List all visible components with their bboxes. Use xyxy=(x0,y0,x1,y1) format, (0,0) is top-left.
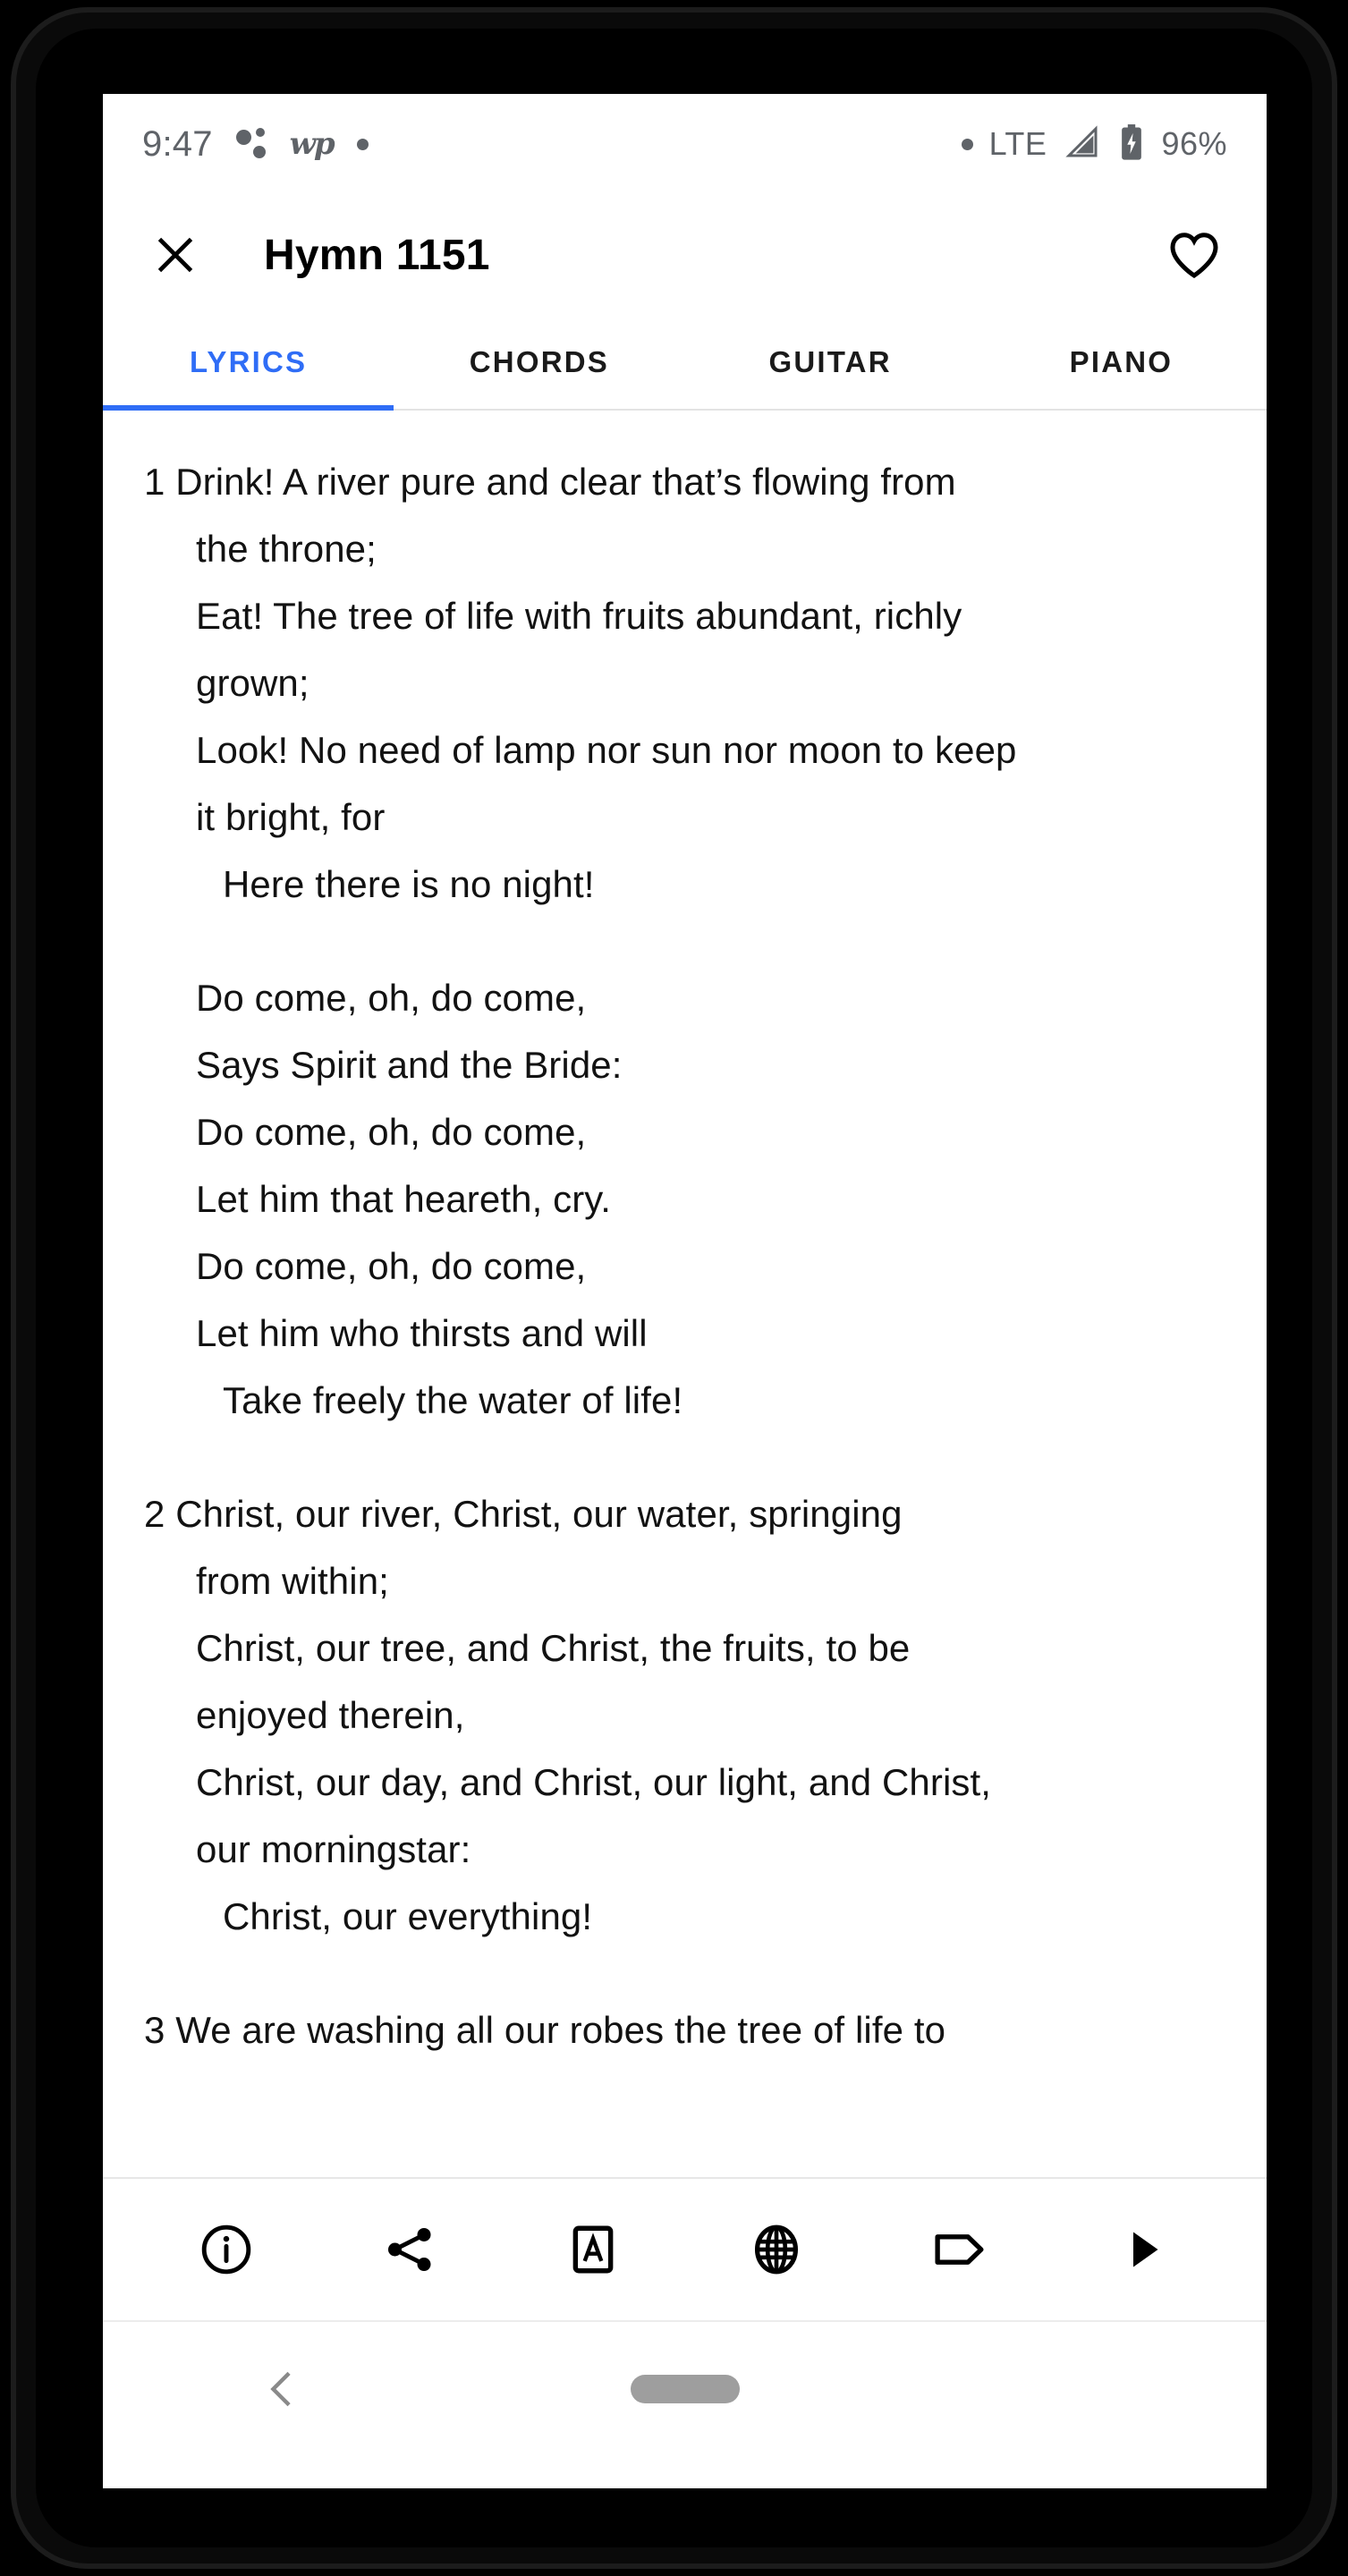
lyric-line: Do come, oh, do come, xyxy=(196,1111,587,1153)
verse-block: 3 We are washing all our robes the tree … xyxy=(144,1996,1225,2063)
tab-chords[interactable]: CHORDS xyxy=(394,316,684,409)
tab-label: CHORDS xyxy=(469,345,609,378)
tab-bar: LYRICS CHORDS GUITAR PIANO xyxy=(103,316,1267,411)
play-button[interactable] xyxy=(1095,2201,1191,2298)
tab-label: LYRICS xyxy=(190,345,308,378)
dots-icon xyxy=(235,126,267,162)
tab-label: GUITAR xyxy=(768,345,892,378)
status-bar-right: LTE 96% xyxy=(961,123,1227,165)
lyrics-scroll-area[interactable]: 1 Drink! A river pure and clear that’s f… xyxy=(103,411,1267,2177)
heart-icon xyxy=(1170,233,1218,278)
verse-block: 1 Drink! A river pure and clear that’s f… xyxy=(144,448,1225,918)
lyric-line: the throne; xyxy=(196,528,377,570)
lyric-line: Look! No need of lamp nor sun nor moon t… xyxy=(196,729,1017,771)
page-title: Hymn 1151 xyxy=(264,231,490,279)
tab-label: PIANO xyxy=(1069,345,1174,378)
status-bar: 9:47 wp LTE 96% xyxy=(103,94,1267,194)
lyric-line: Let him who thirsts and will xyxy=(196,1312,648,1354)
nav-back-button[interactable] xyxy=(253,2360,310,2418)
share-button[interactable] xyxy=(361,2201,458,2298)
bottom-toolbar xyxy=(103,2177,1267,2320)
lyric-line: grown; xyxy=(196,662,309,704)
text-settings-button[interactable] xyxy=(545,2201,641,2298)
signal-strength-icon xyxy=(1063,124,1102,165)
lyric-line: Take freely the water of life! xyxy=(223,1379,683,1421)
language-button[interactable] xyxy=(728,2201,825,2298)
info-button[interactable] xyxy=(178,2201,275,2298)
status-bar-left: 9:47 wp xyxy=(142,124,369,165)
tab-guitar[interactable]: GUITAR xyxy=(685,316,976,409)
verse-block: 2 Christ, our river, Christ, our water, … xyxy=(144,1480,1225,1950)
battery-charging-icon xyxy=(1118,123,1145,165)
battery-percent-label: 96% xyxy=(1161,125,1227,162)
tag-button[interactable] xyxy=(911,2201,1008,2298)
tag-icon xyxy=(935,2234,984,2265)
lyric-line: Do come, oh, do come, xyxy=(196,1245,587,1287)
lyric-line: Do come, oh, do come, xyxy=(196,977,587,1019)
lyric-line: Eat! The tree of life with fruits abunda… xyxy=(196,595,962,637)
chevron-left-icon xyxy=(270,2371,291,2407)
lyric-line: 2 Christ, our river, Christ, our water, … xyxy=(144,1493,903,1535)
favorite-button[interactable] xyxy=(1161,222,1227,288)
lyric-line: 3 We are washing all our robes the tree … xyxy=(144,2009,946,2051)
scroll-fade xyxy=(103,2150,1267,2177)
nav-home-pill[interactable] xyxy=(630,2375,740,2403)
lyric-line: it bright, for xyxy=(196,796,386,838)
washington-post-icon: wp xyxy=(289,126,335,162)
device-frame: 9:47 wp LTE 96% Hymn 1151 LYRICS CHORDS … xyxy=(11,7,1337,2569)
tab-lyrics[interactable]: LYRICS xyxy=(103,316,394,411)
close-icon xyxy=(157,237,193,273)
chorus-block: Do come, oh, do come, Says Spirit and th… xyxy=(144,964,1225,1434)
play-icon xyxy=(1132,2232,1158,2267)
lyric-line: Here there is no night! xyxy=(223,863,595,905)
lyric-line: 1 Drink! A river pure and clear that’s f… xyxy=(144,461,956,503)
lyric-line: from within; xyxy=(196,1560,389,1602)
lyric-line: Christ, our tree, and Christ, the fruits… xyxy=(196,1627,911,1669)
lyric-line: Christ, our everything! xyxy=(223,1895,593,1937)
dot-icon xyxy=(961,138,973,150)
lyric-line: enjoyed therein, xyxy=(196,1694,465,1736)
dot-icon xyxy=(356,138,369,150)
close-button[interactable] xyxy=(142,222,208,288)
lyric-line: our morningstar: xyxy=(196,1828,471,1870)
system-nav-bar xyxy=(103,2320,1267,2456)
font-size-icon xyxy=(572,2225,614,2274)
lyric-line: Says Spirit and the Bride: xyxy=(196,1044,623,1086)
globe-icon xyxy=(754,2224,798,2275)
lyric-line: Let him that heareth, cry. xyxy=(196,1178,612,1220)
network-type-label: LTE xyxy=(988,125,1047,162)
tab-piano[interactable]: PIANO xyxy=(976,316,1267,409)
info-icon xyxy=(202,2224,251,2275)
lyric-line: Christ, our day, and Christ, our light, … xyxy=(196,1761,992,1803)
share-icon xyxy=(388,2227,431,2272)
app-bar: Hymn 1151 xyxy=(103,194,1267,316)
status-time: 9:47 xyxy=(142,123,213,164)
phone-screen: 9:47 wp LTE 96% Hymn 1151 LYRICS CHORDS … xyxy=(103,94,1267,2488)
